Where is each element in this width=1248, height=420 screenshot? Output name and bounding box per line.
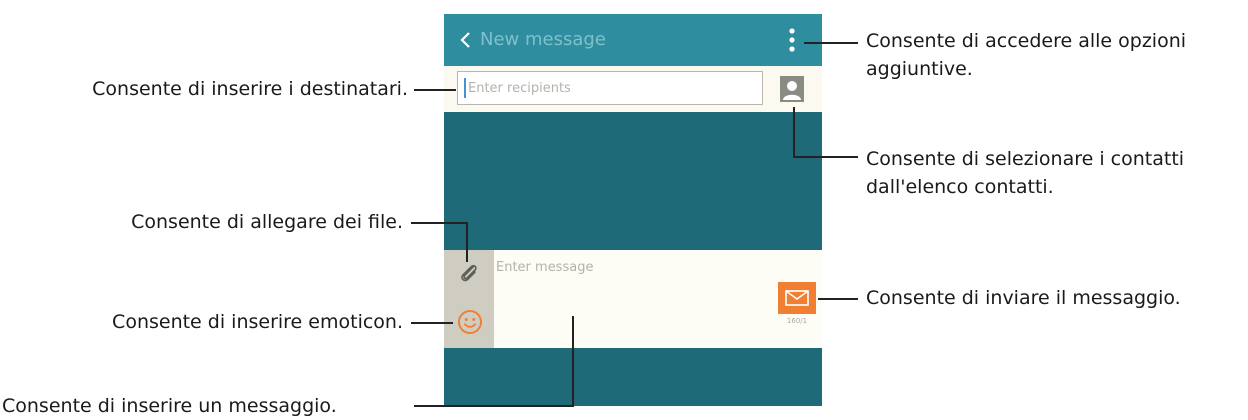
callout-options-line2: aggiuntive. <box>866 58 973 80</box>
callout-options-line1: Consente di accedere alle opzioni <box>866 30 1187 52</box>
contact-icon[interactable] <box>780 76 804 102</box>
callout-contacts-line2: dall'elenco contatti. <box>866 176 1054 198</box>
message-input[interactable] <box>496 260 766 330</box>
callout-line-message-v <box>572 316 574 407</box>
back-icon[interactable] <box>454 28 478 52</box>
callout-message: Consente di inserire un messaggio. <box>2 395 337 417</box>
callout-line-emoticon <box>411 322 453 324</box>
callout-emoticon: Consente di inserire emoticon. <box>112 311 403 333</box>
callout-line-recipients <box>414 89 456 91</box>
app-bar: New message <box>444 14 822 66</box>
recipients-input[interactable] <box>468 72 758 104</box>
callout-line-options <box>804 42 858 44</box>
screen-title: New message <box>480 29 606 50</box>
recipients-bar <box>444 66 822 112</box>
callout-line-contacts-v <box>793 107 795 158</box>
callout-contacts: Consente di selezionare i contatti dall'… <box>866 145 1184 201</box>
phone-screen: New message Enter recipients Enter messa… <box>444 14 822 406</box>
callout-line-send <box>818 298 858 300</box>
callout-send: Consente di inviare il messaggio. <box>866 287 1181 309</box>
send-icon[interactable] <box>778 282 816 314</box>
compose-tools <box>444 250 494 348</box>
character-counter: 160/1 <box>786 317 808 325</box>
attach-icon[interactable] <box>457 260 483 286</box>
more-options-icon[interactable] <box>784 26 800 54</box>
callout-line-attach-h <box>411 222 468 224</box>
callout-line-message-h <box>414 405 574 407</box>
callout-options: Consente di accedere alle opzioni aggiun… <box>866 27 1186 83</box>
callout-line-contacts-h <box>793 156 858 158</box>
callout-attach: Consente di allegare dei file. <box>131 211 403 233</box>
recipients-field[interactable] <box>457 71 763 105</box>
text-cursor <box>464 78 466 98</box>
callout-line-attach-v <box>466 222 468 262</box>
callout-contacts-line1: Consente di selezionare i contatti <box>866 148 1185 170</box>
emoticon-icon[interactable] <box>457 309 483 335</box>
callout-recipients: Consente di inserire i destinatari. <box>92 78 408 100</box>
